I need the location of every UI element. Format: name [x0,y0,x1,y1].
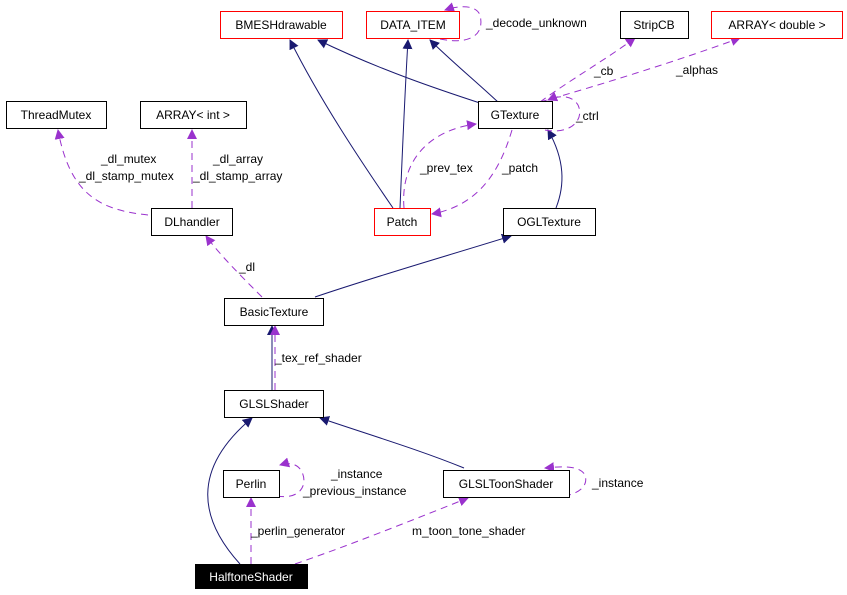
node-data-item-label: DATA_ITEM [380,18,446,32]
node-basictexture-label: BasicTexture [240,305,309,319]
edge-gtexture-bmeshdrawable [317,39,484,105]
node-basictexture[interactable]: BasicTexture [224,298,324,326]
label-dl-stamp-mutex: _dl_stamp_mutex [78,169,174,183]
label-dl: _dl [238,260,255,274]
node-gtexture[interactable]: GTexture [478,101,553,129]
edge-basictexture-ogltexture [314,233,512,298]
label-perlin-instance: _instance [330,467,383,481]
node-perlin-label: Perlin [236,477,267,491]
label-tex-ref-shader: _tex_ref_shader [274,351,362,365]
label-ctrl: _ctrl [575,109,599,123]
node-ogltexture-label: OGLTexture [517,215,581,229]
label-dl-mutex: _dl_mutex [100,152,156,166]
collaboration-graph: _decode_unknown _cb _alphas _ctrl _dl_mu… [6,2,843,589]
node-perlin[interactable]: Perlin [223,470,280,498]
edge-gtexture-stripcb [539,37,636,103]
label-dl-array: _dl_array [212,152,263,166]
node-halftoneshader[interactable]: HalftoneShader [195,564,308,589]
node-dlhandler-label: DLhandler [164,215,219,229]
node-bmeshdrawable-label: BMESHdrawable [235,18,327,32]
label-toon-instance: _instance [591,476,644,490]
edge-perlin-self [276,457,305,498]
edge-gtexture-dataitem [429,39,501,105]
node-halftoneshader-label: HalftoneShader [209,570,292,584]
label-m-toon-tone-shader: m_toon_tone_shader [412,524,525,538]
node-array-double-label: ARRAY< double > [728,18,825,32]
label-patch: _patch [501,161,538,175]
edge-patch-dataitem [399,39,413,209]
node-glslshader-label: GLSLShader [239,397,308,411]
node-array-int-label: ARRAY< int > [156,108,230,122]
edge-ogltexture-gtexture [547,129,563,209]
node-patch[interactable]: Patch [374,208,431,236]
node-glslshader[interactable]: GLSLShader [224,390,324,418]
label-dl-stamp-array: _dl_stamp_array [192,169,282,183]
node-array-double[interactable]: ARRAY< double > [711,11,843,39]
label-prev-tex: _prev_tex [419,161,473,175]
label-alphas: _alphas [675,63,718,77]
label-decode-unknown: _decode_unknown [485,16,587,30]
node-array-int[interactable]: ARRAY< int > [140,101,247,129]
label-previous-instance: _previous_instance [302,484,407,498]
label-cb: _cb [593,64,614,78]
node-threadmutex-label: ThreadMutex [21,108,92,122]
node-ogltexture[interactable]: OGLTexture [503,208,596,236]
node-glsltoonshader[interactable]: GLSLToonShader [443,470,570,498]
node-stripcb[interactable]: StripCB [620,11,689,39]
edge-labels: _decode_unknown _cb _alphas _ctrl _dl_mu… [78,16,718,538]
node-stripcb-label: StripCB [633,18,674,32]
node-patch-label: Patch [387,215,418,229]
node-glsltoonshader-label: GLSLToonShader [459,477,554,491]
label-perlin-generator: _perlin_generator [250,524,345,538]
edge-patch-bmeshdrawable [289,39,394,209]
node-data-item[interactable]: DATA_ITEM [366,11,460,39]
node-bmeshdrawable[interactable]: BMESHdrawable [220,11,343,39]
node-threadmutex[interactable]: ThreadMutex [6,101,107,129]
edge-glsltoonshader-glslshader [319,416,465,469]
node-dlhandler[interactable]: DLhandler [151,208,233,236]
node-gtexture-label: GTexture [491,108,540,122]
